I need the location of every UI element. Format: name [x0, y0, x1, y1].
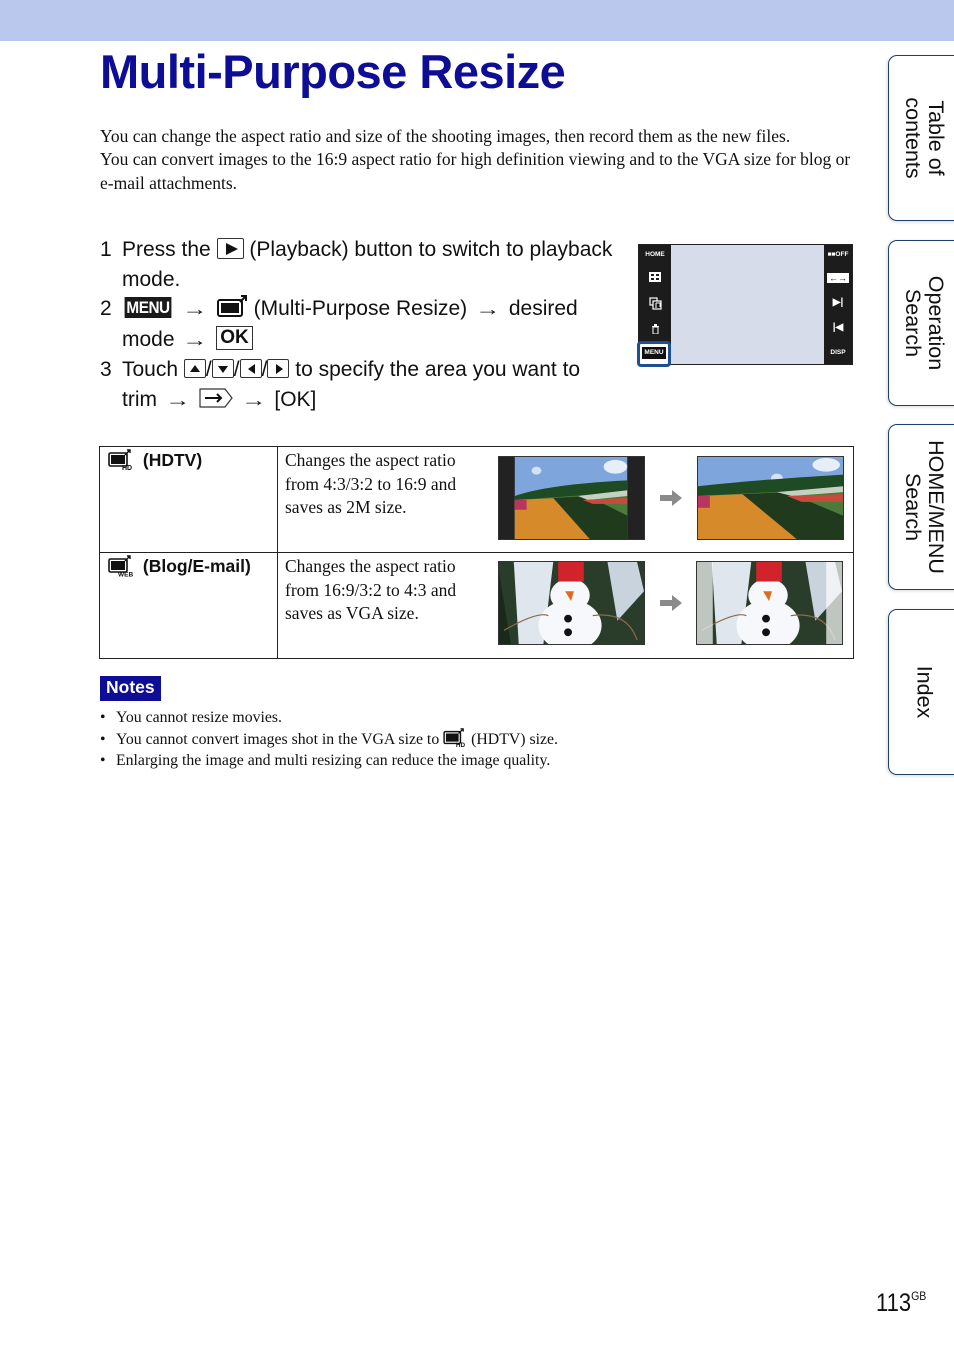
separator: / — [233, 358, 240, 381]
playback-button-icon — [216, 237, 244, 259]
resize-modes-table: HD (HDTV) Changes the aspect ratio from … — [99, 446, 854, 659]
zoom-arrows-icon: ←→ — [827, 273, 849, 283]
index-view-icon — [649, 272, 661, 282]
page-number-suffix: GB — [911, 1289, 927, 1303]
conversion-arrow-icon — [660, 490, 682, 506]
svg-text:WEB: WEB — [118, 571, 133, 577]
step-number: 2 — [100, 297, 112, 320]
tab-label: Search — [900, 472, 925, 542]
hdtv-resize-icon: HD — [443, 728, 466, 749]
tab-label: HOME/MENU — [923, 440, 948, 574]
ok-button-icon: OK — [216, 326, 253, 351]
mode-name-cell: HD (HDTV) — [99, 446, 278, 553]
home-button: HOME — [645, 251, 665, 258]
table-row: HD (HDTV) Changes the aspect ratio from … — [99, 446, 854, 553]
display-off-button: ■■OFF — [827, 251, 849, 258]
menu-button-label: MENU — [642, 347, 666, 359]
step-2: 2 MENU → (Multi-Purpose Resize) → desire… — [100, 294, 620, 355]
tab-label: Operation — [923, 275, 948, 371]
step-text: Touch — [122, 358, 179, 381]
mode-label: (Blog/E-mail) — [142, 556, 251, 576]
disp-button: DISP — [830, 349, 846, 356]
menu-icon: MENU — [124, 296, 172, 318]
step-text: (Multi-Purpose Resize) — [253, 297, 468, 320]
tab-label: contents — [900, 97, 925, 179]
mode-description-cell: Changes the aspect ratio from 16:9/3:2 t… — [277, 552, 854, 659]
hdtv-resize-icon: HD — [108, 449, 132, 471]
previous-icon: |◀ — [832, 322, 844, 333]
arrow-right-icon: → — [182, 329, 208, 350]
step-number: 1 — [100, 238, 112, 261]
note-item: Enlarging the image and multi resizing c… — [100, 750, 558, 772]
mode-name-cell: WEB (Blog/E-mail) — [99, 552, 278, 659]
arrow-right-icon: → — [182, 299, 208, 319]
menu-button-highlighted: MENU — [637, 341, 671, 367]
table-row: WEB (Blog/E-mail) Changes the aspect rat… — [99, 552, 854, 659]
note-item: You cannot convert images shot in the VG… — [100, 728, 558, 751]
intro-paragraph-1: You can change the aspect ratio and size… — [100, 126, 791, 146]
svg-text:HD: HD — [456, 742, 466, 748]
notes-list: You cannot resize movies. You cannot con… — [100, 707, 558, 772]
step-number: 3 — [100, 358, 112, 381]
separator: / — [205, 358, 212, 381]
right-arrow-icon — [267, 358, 290, 378]
after-image-snowman — [696, 561, 843, 645]
note-text: You cannot convert images shot in the VG… — [116, 730, 440, 748]
delete-icon — [652, 324, 659, 334]
camera-right-panel: ■■OFF ←→ ▶| |◀ DISP — [824, 245, 852, 364]
tab-table-of-contents[interactable]: Table of contents — [888, 55, 954, 221]
page-title: Multi-Purpose Resize — [100, 45, 566, 98]
mode-description-cell: Changes the aspect ratio from 4:3/3:2 to… — [277, 446, 854, 553]
camera-screen-illustration: HOME MENU ■■OFF ←→ ▶| |◀ DISP — [637, 244, 853, 367]
note-item: You cannot resize movies. — [100, 707, 558, 729]
mode-description: Changes the aspect ratio from 16:9/3:2 t… — [285, 556, 457, 623]
step-text: Press the — [122, 238, 211, 261]
blog-email-resize-icon: WEB — [108, 555, 133, 577]
svg-text:HD: HD — [122, 465, 132, 471]
multi-purpose-resize-icon — [216, 295, 247, 318]
tab-label: Table of — [923, 100, 948, 176]
page-number-value: 113 — [876, 1289, 912, 1317]
arrow-right-icon: → — [240, 389, 267, 410]
step-1: 1 Press the (Playback) button to switch … — [100, 235, 620, 294]
next-arrow-icon — [198, 387, 233, 408]
before-image-flower-field — [498, 456, 645, 540]
step-3: 3 Touch / / / to specify the area you want… — [100, 355, 620, 415]
tab-operation-search[interactable]: Operation Search — [888, 240, 954, 406]
tab-label: Index — [912, 665, 936, 719]
mode-description: Changes the aspect ratio from 4:3/3:2 to… — [285, 450, 457, 517]
tab-index[interactable]: Index — [888, 609, 954, 775]
conversion-arrow-icon — [660, 595, 682, 611]
intro-paragraph-2: You can convert images to the 16:9 aspec… — [100, 149, 851, 193]
page-number: 113GB — [876, 1289, 926, 1318]
tab-home-menu-search[interactable]: HOME/MENU Search — [888, 424, 954, 590]
header-band — [0, 0, 954, 41]
slideshow-icon — [649, 297, 662, 310]
before-image-snowman — [498, 561, 645, 645]
up-arrow-icon — [183, 358, 206, 378]
step-text: [OK] — [274, 387, 317, 411]
arrow-right-icon: → — [475, 299, 501, 319]
note-text: (HDTV) size. — [471, 730, 558, 748]
arrow-right-icon: → — [165, 389, 191, 410]
intro-text: You can change the aspect ratio and size… — [100, 125, 860, 195]
mode-label: (HDTV) — [142, 450, 203, 470]
after-image-flower-field — [697, 456, 844, 540]
notes-label: Notes — [100, 676, 161, 701]
left-arrow-icon — [239, 358, 262, 378]
tab-label: Search — [900, 288, 925, 358]
next-icon: ▶| — [832, 297, 844, 308]
down-arrow-icon — [211, 358, 234, 378]
steps-list: 1 Press the (Playback) button to switch … — [100, 235, 620, 415]
